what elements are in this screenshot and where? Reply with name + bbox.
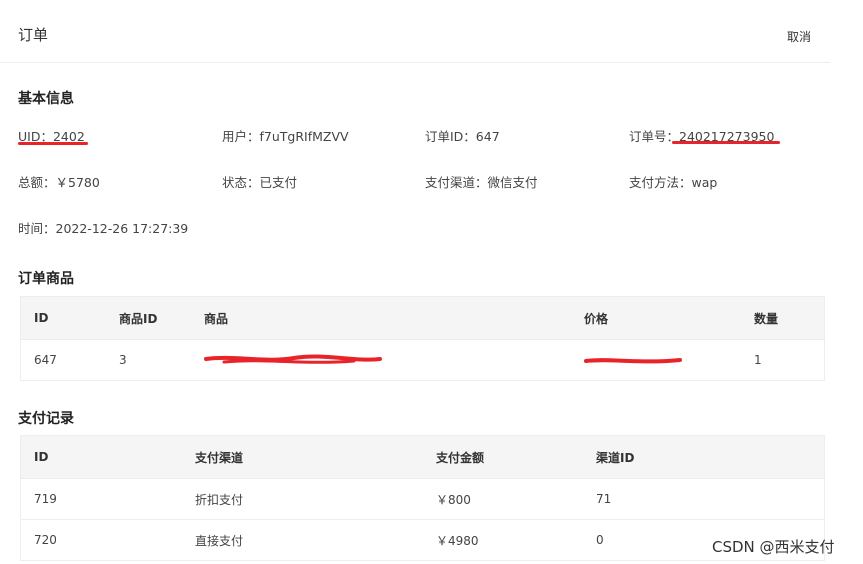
col-price: 价格 xyxy=(571,296,741,340)
modal-header: 订单 取消 xyxy=(0,0,830,63)
col-pay-id: ID xyxy=(20,435,182,479)
time-field: 时间：2022-12-26 17:27:39 xyxy=(18,221,189,236)
cancel-button[interactable]: 取消 xyxy=(787,28,811,45)
col-pay-channel: 支付渠道 xyxy=(182,435,423,479)
col-channel-id: 渠道ID xyxy=(583,435,825,479)
col-quantity: 数量 xyxy=(741,296,825,340)
price-redaction-scribble xyxy=(584,357,682,363)
col-pay-amount: 支付金额 xyxy=(423,435,583,479)
order-items-table: ID 商品ID 商品 价格 数量 647 3 1 xyxy=(20,296,825,381)
cell-price xyxy=(571,339,741,381)
cell-product xyxy=(191,339,571,381)
csdn-watermark: CSDN @西米支付 xyxy=(712,538,835,556)
table-row: 720 直接支付 ￥4980 0 xyxy=(20,519,825,561)
table-row: 647 3 1 xyxy=(20,339,825,381)
basic-info-title: 基本信息 xyxy=(18,91,74,107)
total-field: 总额：￥5780 xyxy=(18,175,100,190)
cell-pay-channel: 折扣支付 xyxy=(182,478,423,520)
method-field: 支付方法：wap xyxy=(629,175,718,190)
order-id-field: 订单ID：647 xyxy=(425,129,500,144)
cell-id: 647 xyxy=(20,339,106,381)
uid-redline xyxy=(18,142,88,145)
cell-channel-id: 71 xyxy=(583,478,825,520)
table-row: 719 折扣支付 ￥800 71 xyxy=(20,478,825,520)
cell-pay-amount: ￥4980 xyxy=(423,519,583,561)
user-field: 用户：f7uTgRIfMZVV xyxy=(222,129,349,144)
cell-pay-id: 719 xyxy=(20,478,182,520)
modal-title: 订单 xyxy=(18,26,49,44)
col-product-id: 商品ID xyxy=(106,296,191,340)
cell-pay-amount: ￥800 xyxy=(423,478,583,520)
cell-product-id: 3 xyxy=(106,339,191,381)
order-items-title: 订单商品 xyxy=(18,271,74,287)
status-field: 状态：已支付 xyxy=(222,175,298,190)
payments-header-row: ID 支付渠道 支付金额 渠道ID xyxy=(20,435,825,479)
cell-quantity: 1 xyxy=(741,339,825,381)
cell-pay-channel: 直接支付 xyxy=(182,519,423,561)
cell-pay-id: 720 xyxy=(20,519,182,561)
col-product: 商品 xyxy=(191,296,571,340)
col-id: ID xyxy=(20,296,106,340)
channel-field: 支付渠道：微信支付 xyxy=(425,175,538,190)
order-items-header-row: ID 商品ID 商品 价格 数量 xyxy=(20,296,825,340)
product-redaction-scribble xyxy=(204,354,382,365)
payments-table: ID 支付渠道 支付金额 渠道ID 719 折扣支付 ￥800 71 720 直… xyxy=(20,435,825,561)
payments-title: 支付记录 xyxy=(18,411,74,427)
order-no-redline xyxy=(672,141,780,144)
